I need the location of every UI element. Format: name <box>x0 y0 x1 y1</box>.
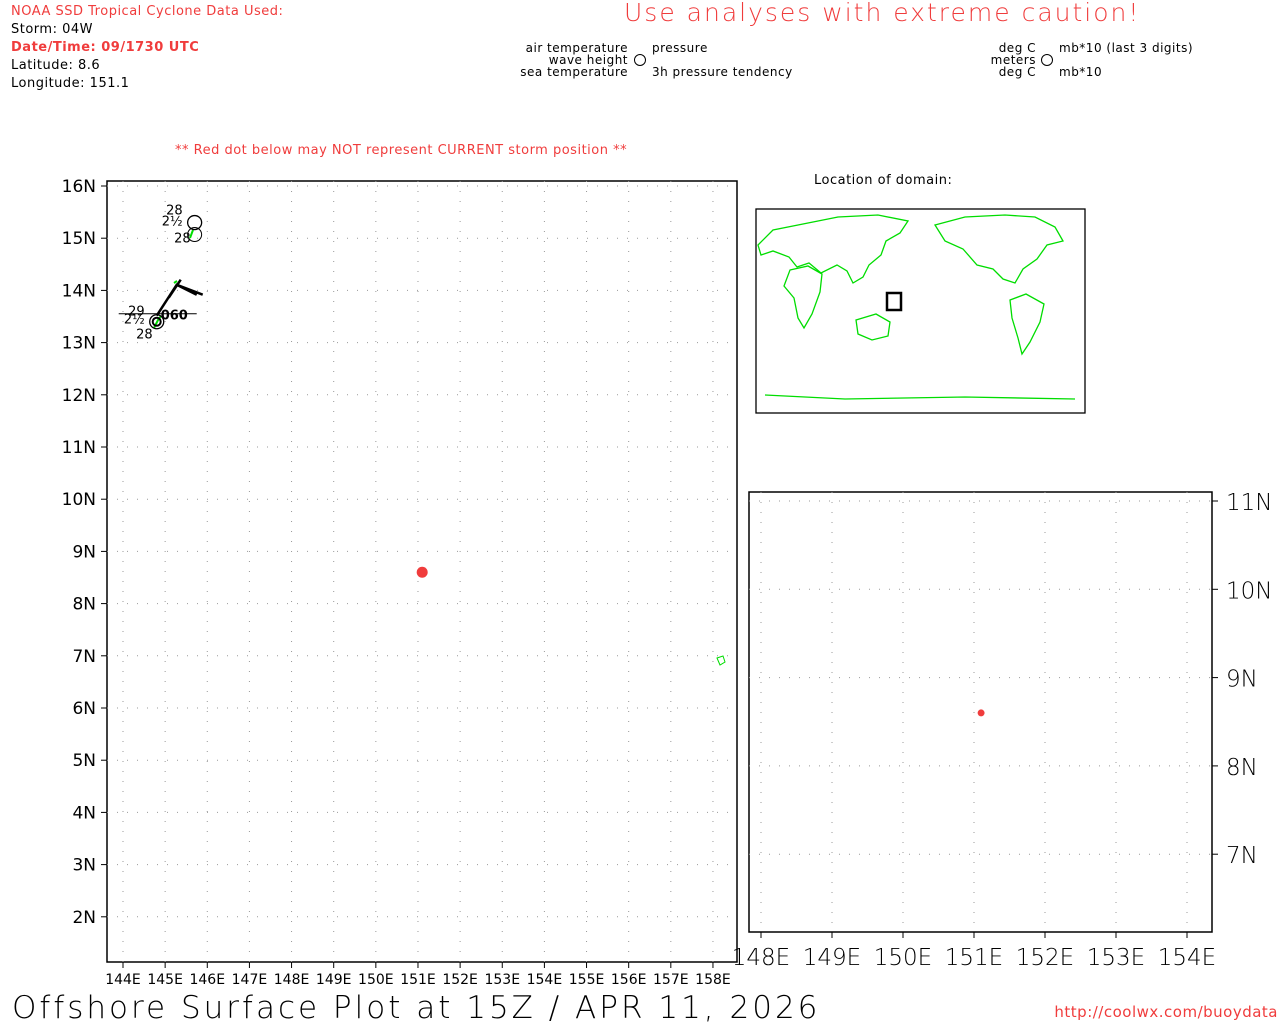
world-map-frame <box>755 208 1086 414</box>
lat-tick-label: 12N <box>62 386 96 406</box>
continent-outline <box>1009 293 1045 356</box>
lat-tick-label: 15N <box>62 229 96 249</box>
lat-tick-label: 3N <box>72 856 96 876</box>
continent-outline <box>764 394 1076 400</box>
lat-tick-label: 5N <box>72 751 96 771</box>
lon-tick-label: 151E <box>945 945 1003 971</box>
lon-tick-label: 158E <box>695 972 731 988</box>
lat-tick-label: 7N <box>1226 843 1258 869</box>
lat-tick-label: 11N <box>62 438 96 458</box>
lat-tick-label: 10N <box>1226 578 1272 604</box>
lon-tick-label: 150E <box>874 945 932 971</box>
island-outline <box>716 655 726 666</box>
lon-tick-label: 157E <box>653 972 689 988</box>
continent-outline <box>757 214 910 284</box>
lat-tick-label: 6N <box>72 699 96 719</box>
lon-tick-label: 150E <box>358 972 394 988</box>
legend-station-circle-icon <box>634 54 646 66</box>
plot-canvas: 144E 145E 146E 147E 148E 149E 150E 151E 152E 153E… <box>62 54 1273 988</box>
lat-tick-label: 7N <box>72 647 96 667</box>
footer-title: Offshore Surface Plot at 15Z / APR 11, 2… <box>12 990 821 1026</box>
lat-tick-label: 4N <box>72 803 96 823</box>
domain-box <box>885 291 903 312</box>
lon-tick-label: 147E <box>232 972 268 988</box>
lon-tick-label: 152E <box>442 972 478 988</box>
station-sea-temp: 28 <box>136 328 153 343</box>
lon-tick-label: 151E <box>400 972 436 988</box>
lon-tick-label: 156E <box>611 972 647 988</box>
lat-tick-label: 14N <box>62 281 96 301</box>
lat-tick-label: 8N <box>1226 755 1258 781</box>
lon-tick-label: 145E <box>147 972 183 988</box>
domain-locator-map <box>755 208 1086 414</box>
station-pressure: 060 <box>161 309 188 324</box>
lat-tick-label: 10N <box>62 490 96 510</box>
lat-tick-label: 2N <box>72 908 96 928</box>
lon-tick-label: 152E <box>1016 945 1074 971</box>
lat-tick-label: 8N <box>72 595 96 615</box>
station-wave-height: 2½ <box>124 313 145 328</box>
lon-tick-label: 154E <box>1158 945 1216 971</box>
lon-tick-label: 148E <box>274 972 310 988</box>
lon-tick-label: 149E <box>316 972 352 988</box>
lon-tick-label: 149E <box>803 945 861 971</box>
continent-outline <box>783 265 823 330</box>
lat-tick-label: 9N <box>72 542 96 562</box>
storm-position-dot <box>977 709 985 717</box>
lat-tick-label: 9N <box>1226 667 1258 693</box>
lat-tick-label: 11N <box>1226 490 1272 516</box>
main-map: 144E 145E 146E 147E 148E 149E 150E 151E 152E 153E… <box>62 177 738 988</box>
zoom-map: 148E 149E 150E 151E 152E 153E 154E 11N 10N 9N 8N 7N <box>732 490 1273 971</box>
lon-tick-label: 146E <box>189 972 225 988</box>
lon-tick-label: 153E <box>1087 945 1145 971</box>
station-wave-height: 2½ <box>162 215 183 230</box>
storm-position-dot <box>416 566 428 578</box>
lon-tick-label: 144E <box>105 972 141 988</box>
station-sea-temp: 28 <box>174 232 191 247</box>
lat-tick-label: 16N <box>62 177 96 197</box>
lon-tick-label: 155E <box>569 972 605 988</box>
lon-tick-label: 153E <box>484 972 520 988</box>
footer-url[interactable]: http://coolwx.com/buoydata <box>1054 1003 1278 1021</box>
lat-tick-label: 13N <box>62 334 96 354</box>
lon-tick-label: 148E <box>732 945 790 971</box>
continent-outline <box>855 313 891 341</box>
continent-outline <box>933 214 1064 284</box>
lon-tick-label: 154E <box>527 972 563 988</box>
legend-unit-circle-icon <box>1041 54 1053 66</box>
